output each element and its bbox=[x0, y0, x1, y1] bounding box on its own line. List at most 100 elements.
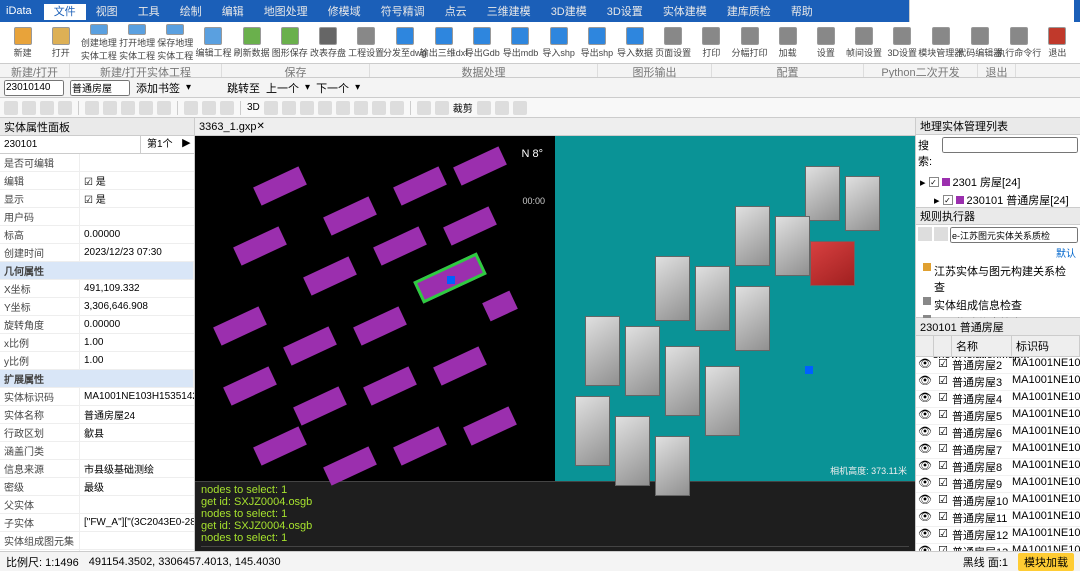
ribbon-输出三维dxf[interactable]: 输出三维dxf bbox=[425, 24, 463, 62]
search-input[interactable] bbox=[942, 137, 1078, 153]
tool-icon[interactable] bbox=[372, 101, 386, 115]
table-row[interactable]: 👁☑普通房屋13MA1001NE103H1535... bbox=[916, 544, 1080, 551]
prop-row[interactable]: y比例1.00 bbox=[0, 352, 194, 370]
console[interactable]: nodes to select: 1get id: SXJZ0004.osgbn… bbox=[195, 481, 915, 551]
ribbon-导入shp[interactable]: 导入shp bbox=[540, 24, 577, 62]
rule-item[interactable]: 实体组成信息检查 bbox=[920, 296, 1076, 314]
tool-icon[interactable] bbox=[157, 101, 171, 115]
rule-icon[interactable] bbox=[934, 227, 948, 241]
code-input[interactable] bbox=[4, 80, 64, 96]
col-id[interactable]: 标识码 bbox=[1012, 336, 1080, 356]
filter-index[interactable]: 第1个 bbox=[140, 136, 179, 153]
prop-row[interactable]: 涵盖门类 bbox=[0, 442, 194, 460]
menu-编辑[interactable]: 编辑 bbox=[212, 4, 254, 20]
filter-code[interactable] bbox=[0, 136, 140, 153]
prop-row[interactable]: 实体名称普通房屋24 bbox=[0, 406, 194, 424]
ribbon-页面设置[interactable]: 页面设置 bbox=[655, 24, 692, 62]
tool-icon[interactable] bbox=[22, 101, 36, 115]
prop-row[interactable]: 显示☑ 是 bbox=[0, 190, 194, 208]
ribbon-刷新数据[interactable]: 刷新数据 bbox=[233, 24, 270, 62]
prop-row[interactable]: 实体组成图元集 bbox=[0, 532, 194, 550]
3d-viewport[interactable]: 相机高度: 373.11米 bbox=[555, 136, 915, 481]
menu-三维建模[interactable]: 三维建模 bbox=[477, 4, 541, 20]
ribbon-设置[interactable]: 设置 bbox=[807, 24, 844, 62]
menu-修模域[interactable]: 修模域 bbox=[318, 4, 371, 20]
ribbon-打开地理实体工程[interactable]: 打开地理实体工程 bbox=[119, 24, 156, 62]
ribbon-导出shp[interactable]: 导出shp bbox=[578, 24, 615, 62]
tool-icon[interactable] bbox=[495, 101, 509, 115]
prop-row[interactable]: 父实体 bbox=[0, 496, 194, 514]
module-load[interactable]: 模块加载 bbox=[1018, 553, 1074, 571]
table-row[interactable]: 👁☑普通房屋4MA1001NE103H1535... bbox=[916, 391, 1080, 408]
ribbon-图形保存[interactable]: 图形保存 bbox=[271, 24, 308, 62]
prop-row[interactable]: 编辑☑ 是 bbox=[0, 172, 194, 190]
tool-icon[interactable] bbox=[318, 101, 332, 115]
tool-icon[interactable] bbox=[390, 101, 404, 115]
tool-icon[interactable] bbox=[417, 101, 431, 115]
menu-地图处理[interactable]: 地图处理 bbox=[254, 4, 318, 20]
tool-icon[interactable] bbox=[202, 101, 216, 115]
table-row[interactable]: 👁☑普通房屋10MA1001NE103H1535... bbox=[916, 493, 1080, 510]
table-row[interactable]: 👁☑普通房屋12MA1001NE103H1535... bbox=[916, 527, 1080, 544]
tool-icon[interactable] bbox=[336, 101, 350, 115]
ribbon-保存地理实体工程[interactable]: 保存地理实体工程 bbox=[157, 24, 194, 62]
clip-label[interactable]: 裁剪 bbox=[453, 100, 473, 115]
ribbon-编辑工程[interactable]: 编辑工程 bbox=[195, 24, 232, 62]
prop-row[interactable]: 旋转角度0.00000 bbox=[0, 316, 194, 334]
tool-icon[interactable] bbox=[264, 101, 278, 115]
prop-row[interactable]: 信息来源市县级基础测绘 bbox=[0, 460, 194, 478]
menu-符号精调[interactable]: 符号精调 bbox=[371, 4, 435, 20]
prop-row[interactable]: 实体标识码MA1001NE103H15351422... bbox=[0, 388, 194, 406]
2d-viewport[interactable]: N 8° 00:00 bbox=[195, 136, 555, 481]
3d-toggle[interactable]: 3D bbox=[247, 102, 260, 113]
ribbon-打印[interactable]: 打印 bbox=[693, 24, 730, 62]
table-row[interactable]: 👁☑普通房屋11MA1001NE103H1535... bbox=[916, 510, 1080, 527]
menu-绘制[interactable]: 绘制 bbox=[170, 4, 212, 20]
rule-icon[interactable] bbox=[918, 227, 932, 241]
table-row[interactable]: 👁☑普通房屋6MA1001NE103H1535... bbox=[916, 425, 1080, 442]
menu-视图[interactable]: 视图 bbox=[86, 4, 128, 20]
prop-row[interactable]: X坐标491,109.332 bbox=[0, 280, 194, 298]
tool-icon[interactable] bbox=[4, 101, 18, 115]
tool-icon[interactable] bbox=[184, 101, 198, 115]
next-btn[interactable]: 下一个 bbox=[316, 80, 349, 96]
ribbon-导出mdb[interactable]: 导出mdb bbox=[502, 24, 539, 62]
table-row[interactable]: 👁☑普通房屋3MA1001NE103H1535... bbox=[916, 374, 1080, 391]
ribbon-退出[interactable]: 退出 bbox=[1039, 24, 1076, 62]
title-win[interactable]: 窗口 bbox=[910, 5, 1074, 21]
prop-row[interactable]: 用户码 bbox=[0, 208, 194, 226]
layer-input[interactable] bbox=[70, 80, 130, 96]
table-row[interactable]: 👁☑普通房屋5MA1001NE103H1535... bbox=[916, 408, 1080, 425]
col-name[interactable]: 名称 bbox=[952, 336, 1012, 356]
prop-row[interactable]: 创建时间2023/12/23 07:30 bbox=[0, 244, 194, 262]
table-row[interactable]: 👁☑普通房屋7MA1001NE103H1535... bbox=[916, 442, 1080, 459]
table-row[interactable]: 👁☑普通房屋9MA1001NE103H1535... bbox=[916, 476, 1080, 493]
ribbon-导出Gdb[interactable]: 导出Gdb bbox=[464, 24, 501, 62]
tool-icon[interactable] bbox=[300, 101, 314, 115]
tool-icon[interactable] bbox=[354, 101, 368, 115]
menu-3D设置[interactable]: 3D设置 bbox=[597, 4, 653, 20]
ribbon-代码编辑器[interactable]: 代码编辑器 bbox=[961, 24, 999, 62]
ribbon-创建地理实体工程[interactable]: 创建地理实体工程 bbox=[80, 24, 117, 62]
rule-combo[interactable] bbox=[950, 227, 1078, 243]
rule-item[interactable]: 江苏实体与图元构建关系检查 bbox=[920, 262, 1076, 296]
ribbon-改表存盘[interactable]: 改表存盘 bbox=[309, 24, 346, 62]
tool-icon[interactable] bbox=[513, 101, 527, 115]
ribbon-加载[interactable]: 加载 bbox=[769, 24, 806, 62]
bookmark-dropdown[interactable]: 添加书签 bbox=[136, 80, 180, 96]
prev-btn[interactable]: 上一个 bbox=[266, 80, 299, 96]
tool-icon[interactable] bbox=[282, 101, 296, 115]
ribbon-新建[interactable]: 新建 bbox=[4, 24, 41, 62]
tree-node[interactable]: ▸ ✓ 230101 普通房屋[24] bbox=[920, 191, 1076, 209]
menu-实体建模[interactable]: 实体建模 bbox=[653, 4, 717, 20]
prop-row[interactable]: 子实体["FW_A"]["(3C2043E0-2897-... bbox=[0, 514, 194, 532]
ribbon-导入数据[interactable]: 导入数据 bbox=[616, 24, 653, 62]
menu-3D建模[interactable]: 3D建模 bbox=[541, 4, 597, 20]
ribbon-工程设置[interactable]: 工程设置 bbox=[348, 24, 385, 62]
ribbon-打开[interactable]: 打开 bbox=[42, 24, 79, 62]
prop-row[interactable]: Y坐标3,306,646.908 bbox=[0, 298, 194, 316]
tool-icon[interactable] bbox=[121, 101, 135, 115]
tool-icon[interactable] bbox=[435, 101, 449, 115]
menu-文件[interactable]: 文件 bbox=[44, 4, 86, 20]
prop-row[interactable]: 密级最级 bbox=[0, 478, 194, 496]
